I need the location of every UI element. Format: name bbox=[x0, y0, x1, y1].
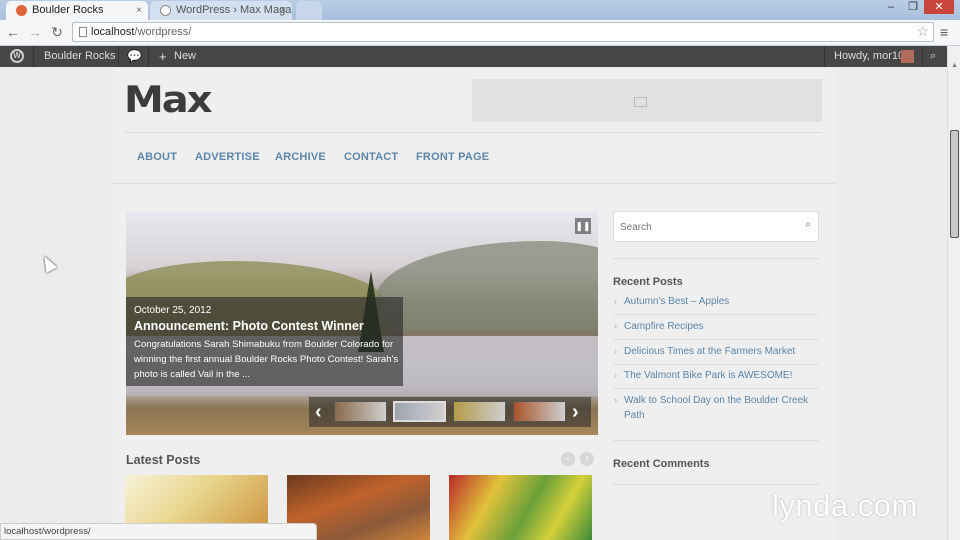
image-placeholder-icon bbox=[634, 97, 647, 107]
nav-contact[interactable]: CONTACT bbox=[344, 151, 398, 163]
nav-archive[interactable]: ARCHIVE bbox=[275, 151, 326, 163]
address-bar[interactable]: localhost/wordpress/ ☆ bbox=[72, 22, 934, 42]
nav-front-page[interactable]: FRONT PAGE bbox=[416, 151, 489, 163]
close-tab-icon[interactable]: × bbox=[136, 1, 142, 20]
browser-toolbar: ← → ↻ localhost/wordpress/ ☆ bbox=[0, 20, 960, 46]
slider-thumbnail[interactable] bbox=[453, 401, 506, 422]
search-input[interactable] bbox=[618, 218, 792, 237]
slide-date: October 25, 2012 bbox=[134, 305, 212, 316]
page-icon bbox=[79, 27, 87, 37]
pause-icon[interactable]: ❚❚ bbox=[575, 218, 591, 234]
url-text: localhost/wordpress/ bbox=[91, 26, 192, 38]
avatar[interactable] bbox=[901, 50, 914, 63]
recent-post-link[interactable]: › Walk to School Day on the Boulder Creek… bbox=[614, 393, 814, 423]
divider bbox=[125, 132, 822, 133]
comments-bubble-icon[interactable]: 💬 bbox=[127, 46, 142, 67]
search-icon[interactable]: ⌕ bbox=[930, 46, 936, 67]
recent-post-link[interactable]: › Delicious Times at the Farmers Market bbox=[614, 344, 819, 359]
divider bbox=[113, 183, 835, 184]
mouse-cursor-icon bbox=[38, 253, 58, 273]
tab-label: Boulder Rocks bbox=[32, 4, 104, 16]
close-tab-icon[interactable]: × bbox=[280, 1, 286, 20]
search-icon[interactable]: ⌕ bbox=[805, 219, 811, 230]
browser-tab-strip: Boulder Rocks × WordPress › Max Magazine… bbox=[0, 0, 960, 20]
browser-menu-icon[interactable]: ≡ bbox=[940, 24, 948, 40]
tab-wordpress-admin[interactable]: WordPress › Max Magazine × bbox=[150, 1, 292, 20]
post-thumbnail[interactable] bbox=[449, 475, 592, 540]
tab-label: WordPress › Max Magazine bbox=[176, 4, 292, 16]
nav-advertise[interactable]: ADVERTISE bbox=[195, 151, 260, 163]
recent-post-link[interactable]: › Autumn's Best – Apples bbox=[614, 294, 819, 309]
slider-prev-arrow-icon[interactable]: ‹ bbox=[315, 400, 322, 424]
recent-post-link[interactable]: › The Valmont Bike Park is AWESOME! bbox=[614, 368, 819, 383]
browser-status-bar: localhost/wordpress/ bbox=[0, 523, 317, 540]
slider-thumbnail[interactable] bbox=[393, 401, 446, 422]
scrollbar-thumb[interactable] bbox=[950, 130, 959, 238]
slider-thumbnail[interactable] bbox=[513, 401, 566, 422]
slide-mountain-right bbox=[376, 241, 598, 331]
header-ad-area bbox=[472, 79, 822, 122]
divider bbox=[613, 258, 819, 259]
lynda-watermark: lynda.com bbox=[772, 488, 918, 523]
wordpress-favicon-icon bbox=[160, 5, 171, 16]
slide-excerpt: Congratulations Sarah Shimabuku from Bou… bbox=[134, 339, 399, 380]
site-favicon-icon bbox=[16, 5, 27, 16]
sidebar-search: ⌕ bbox=[613, 211, 819, 242]
recent-comments-heading: Recent Comments bbox=[613, 458, 710, 470]
plus-icon: + bbox=[159, 49, 167, 64]
recent-post-link[interactable]: › Campfire Recipes bbox=[614, 319, 819, 334]
bookmark-star-icon[interactable]: ☆ bbox=[916, 23, 929, 40]
maximize-button[interactable]: ❐ bbox=[902, 0, 924, 14]
scroll-up-icon[interactable]: ▲ bbox=[951, 62, 958, 69]
latest-posts-heading: Latest Posts bbox=[126, 453, 201, 467]
slide-caption: October 25, 2012 Announcement: Photo Con… bbox=[126, 297, 403, 386]
wordpress-logo-icon[interactable]: W bbox=[10, 49, 24, 63]
wp-admin-bar: W Boulder Rocks 💬 + New Howdy, mor10 ⌕ bbox=[0, 46, 947, 67]
page-scrollbar[interactable]: ▲ bbox=[947, 46, 960, 540]
latest-next-icon[interactable]: › bbox=[580, 452, 594, 466]
tab-boulder-rocks[interactable]: Boulder Rocks × bbox=[6, 1, 148, 20]
slider-next-arrow-icon[interactable]: › bbox=[572, 400, 579, 424]
close-window-button[interactable]: ✕ bbox=[924, 0, 954, 14]
forward-arrow-icon[interactable]: → bbox=[26, 23, 44, 41]
minimize-button[interactable]: – bbox=[880, 0, 902, 14]
recent-posts-heading: Recent Posts bbox=[613, 276, 683, 288]
site-logo[interactable]: Max bbox=[124, 80, 213, 120]
nav-about[interactable]: ABOUT bbox=[137, 151, 177, 163]
back-arrow-icon[interactable]: ← bbox=[4, 23, 22, 41]
reload-icon[interactable]: ↻ bbox=[48, 23, 66, 41]
slider-thumbnails: ‹ › bbox=[309, 397, 591, 427]
new-tab-button[interactable] bbox=[296, 1, 322, 20]
slider-thumbnail[interactable] bbox=[334, 401, 387, 422]
admin-bar-site-name[interactable]: Boulder Rocks bbox=[44, 46, 116, 67]
slide-title[interactable]: Announcement: Photo Contest Winner bbox=[134, 319, 364, 333]
divider bbox=[613, 484, 819, 485]
latest-prev-icon[interactable]: ‹ bbox=[561, 452, 575, 466]
admin-bar-howdy[interactable]: Howdy, mor10 bbox=[834, 46, 904, 67]
admin-bar-new[interactable]: New bbox=[174, 46, 196, 67]
